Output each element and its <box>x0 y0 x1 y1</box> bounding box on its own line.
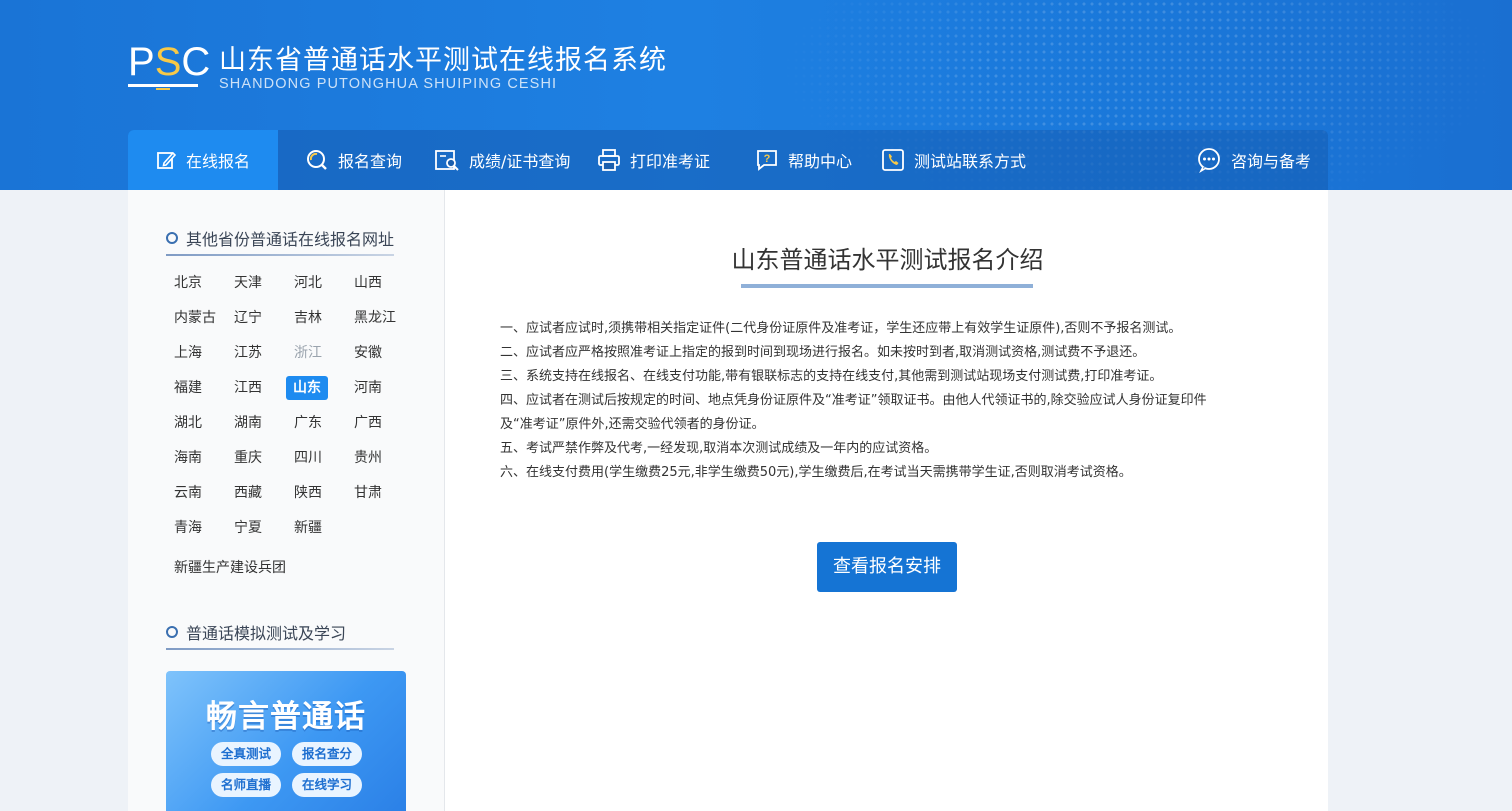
nav-test-station-contact[interactable]: 测试站联系方式 <box>881 130 1026 190</box>
province-link[interactable]: 山东 <box>286 376 328 400</box>
view-schedule-button[interactable]: 查看报名安排 <box>817 542 957 592</box>
province-link[interactable]: 黑龙江 <box>350 306 400 330</box>
province-link[interactable]: 江苏 <box>230 341 266 365</box>
promo-tag-full-test[interactable]: 全真测试 <box>211 742 281 766</box>
province-link[interactable]: 福建 <box>170 376 206 400</box>
promo-tag-online-study[interactable]: 在线学习 <box>292 773 362 797</box>
province-link[interactable]: 西藏 <box>230 481 266 505</box>
book-icon <box>156 84 170 90</box>
province-link[interactable]: 四川 <box>290 446 326 470</box>
province-link[interactable]: 辽宁 <box>230 306 266 330</box>
province-link-xinjiang-bingtuan[interactable]: 新疆生产建设兵团 <box>170 556 290 580</box>
printer-icon <box>598 149 620 171</box>
sidebar: 其他省份普通话在线报名网址 北京 天津 河北 山西内蒙古 辽宁 吉林 黑龙江上海 江苏 浙江 安徽… <box>128 190 445 811</box>
circle-bullet-icon <box>166 232 178 244</box>
rule-line: 二、应试者应严格按照准考证上指定的报到时间到现场进行报名。如未按时到者,取消测试… <box>500 345 1146 360</box>
province-link[interactable]: 新疆 <box>290 516 326 540</box>
province-link[interactable]: 浙江 <box>290 341 326 365</box>
nav-help-center[interactable]: ? 帮助中心 <box>755 130 852 190</box>
site-subtitle: SHANDONG PUTONGHUA SHUIPING CESHI <box>219 76 558 92</box>
promo-tag-live-teacher[interactable]: 名师直播 <box>211 773 281 797</box>
province-link[interactable]: 海南 <box>170 446 206 470</box>
province-link[interactable]: 陕西 <box>290 481 326 505</box>
rule-line: 一、应试者应试时,须携带相关指定证件(二代身份证原件及准考证，学生还应带上有效学… <box>500 321 1182 336</box>
province-link[interactable]: 山西 <box>350 271 386 295</box>
section-divider <box>166 648 394 650</box>
province-link[interactable]: 上海 <box>170 341 206 365</box>
province-link[interactable]: 河北 <box>290 271 326 295</box>
rule-line: 五、考试严禁作弊及代考,一经发现,取消本次测试成绩及一年内的应试资格。 <box>500 441 938 456</box>
province-link[interactable]: 广东 <box>290 411 326 435</box>
circle-bullet-icon <box>166 626 178 638</box>
promo-tag-score-query[interactable]: 报名查分 <box>292 742 362 766</box>
nav-register-query[interactable]: 报名查询 <box>305 130 402 190</box>
province-link[interactable]: 天津 <box>230 271 266 295</box>
rule-line: 六、在线支付费用(学生缴费25元,非学生缴费50元),学生缴费后,在考试当天需携… <box>500 465 1132 480</box>
registration-rules: 一、应试者应试时,须携带相关指定证件(二代身份证原件及准考证，学生还应带上有效学… <box>500 317 1270 485</box>
province-link[interactable]: 吉林 <box>290 306 326 330</box>
edit-icon <box>157 151 177 169</box>
help-icon: ? <box>757 150 777 171</box>
main-content: 山东普通话水平测试报名介绍 一、应试者应试时,须携带相关指定证件(二代身份证原件… <box>445 190 1328 811</box>
province-link[interactable]: 安徽 <box>350 341 386 365</box>
province-link[interactable]: 江西 <box>230 376 266 400</box>
nav-score-cert-query[interactable]: 成绩/证书查询 <box>434 130 570 190</box>
section-title-mock-test: 普通话模拟测试及学习 <box>166 620 346 644</box>
province-link[interactable]: 青海 <box>170 516 206 540</box>
province-link[interactable]: 河南 <box>350 376 386 400</box>
page-title: 山东普通话水平测试报名介绍 <box>731 246 1044 274</box>
province-link[interactable]: 贵州 <box>350 446 386 470</box>
chat-icon <box>1198 148 1220 173</box>
section-title-other-provinces: 其他省份普通话在线报名网址 <box>166 226 394 250</box>
province-link[interactable]: 北京 <box>170 271 206 295</box>
province-link[interactable]: 广西 <box>350 411 386 435</box>
title-underline <box>741 284 1033 288</box>
changyan-promo-banner[interactable]: 畅言普通话 全真测试 报名查分 名师直播 在线学习 <box>166 671 406 811</box>
main-nav: 在线报名 报名查询 成绩/证书查询 打印准考证 ? 帮助中心 测试站联系方式 咨… <box>128 130 1328 190</box>
site-title: 山东省普通话水平测试在线报名系统 <box>219 45 667 76</box>
section-divider <box>166 254 394 256</box>
province-link[interactable]: 云南 <box>170 481 206 505</box>
province-link[interactable]: 甘肃 <box>350 481 386 505</box>
province-link[interactable]: 重庆 <box>230 446 266 470</box>
nav-print-ticket[interactable]: 打印准考证 <box>597 130 710 190</box>
nav-online-register[interactable]: 在线报名 <box>128 130 278 190</box>
rule-line: 及“准考证”原件外,还需交验代领者的身份证。 <box>500 417 765 432</box>
svg-text:?: ? <box>764 153 771 165</box>
site-header: PSC 山东省普通话水平测试在线报名系统 SHANDONG PUTONGHUA … <box>0 0 1512 190</box>
promo-title: 畅言普通话 <box>206 699 366 735</box>
phone-icon <box>882 149 904 171</box>
search-doc-icon <box>435 150 459 171</box>
psc-logo[interactable]: PSC <box>128 40 210 92</box>
province-link[interactable]: 湖北 <box>170 411 206 435</box>
nav-consult-prepare[interactable]: 咨询与备考 <box>1196 130 1311 190</box>
rule-line: 四、应试者在测试后按规定的时间、地点凭身份证原件及“准考证”领取证书。由他人代领… <box>500 393 1207 408</box>
province-link[interactable]: 湖南 <box>230 411 266 435</box>
province-link[interactable]: 内蒙古 <box>170 306 220 330</box>
province-link[interactable]: 宁夏 <box>230 516 266 540</box>
search-icon <box>307 150 327 170</box>
rule-line: 三、系统支持在线报名、在线支付功能,带有银联标志的支持在线支付,其他需到测试站现… <box>500 369 1163 384</box>
